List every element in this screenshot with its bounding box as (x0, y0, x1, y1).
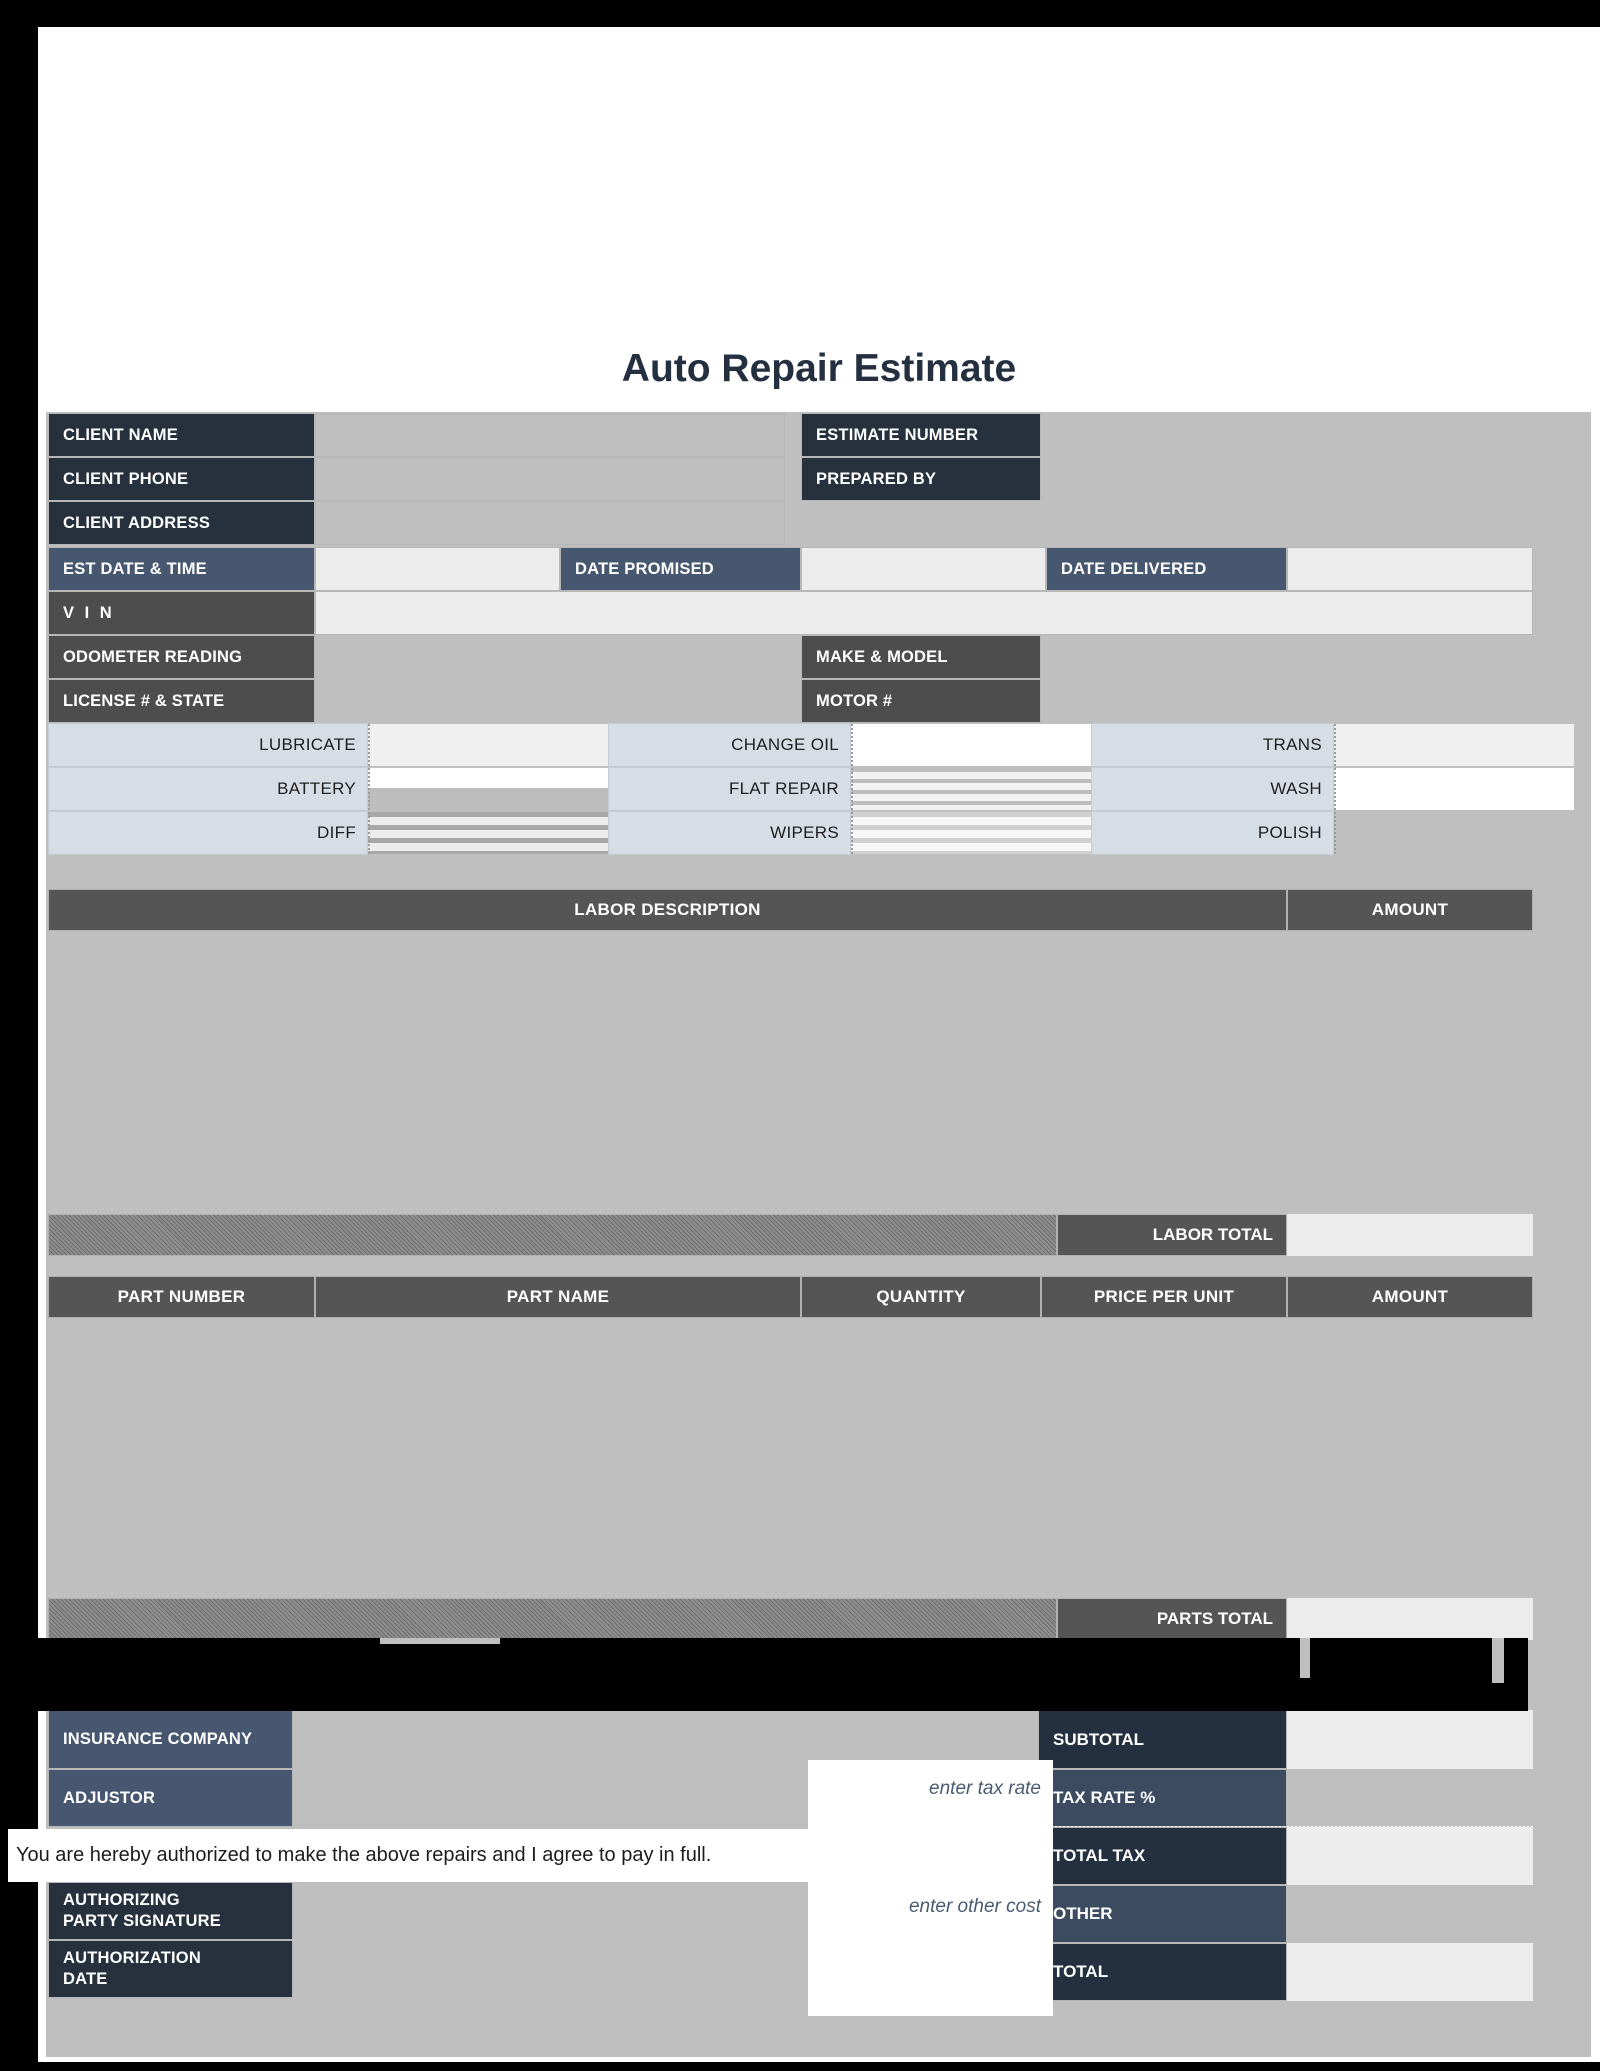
label-prepared-by: PREPARED BY (801, 457, 1041, 501)
label-client-address: CLIENT ADDRESS (48, 501, 315, 545)
label-tax-rate: TAX RATE % (1038, 1769, 1287, 1827)
label-parts-total: PARTS TOTAL (1057, 1598, 1287, 1640)
label-client-name: CLIENT NAME (48, 413, 315, 457)
authorization-date-line1: AUTHORIZATION (63, 1949, 201, 1968)
field-vin[interactable] (315, 591, 1533, 635)
label-date-promised: DATE PROMISED (560, 547, 801, 591)
field-service-wash[interactable] (1334, 768, 1574, 810)
label-total-tax: TOTAL TAX (1038, 1827, 1287, 1885)
label-authorization-date: AUTHORIZATION DATE (48, 1940, 293, 1998)
field-client-name[interactable] (315, 413, 785, 457)
label-estimate-number: ESTIMATE NUMBER (801, 413, 1041, 457)
header-part-quantity: QUANTITY (801, 1276, 1041, 1318)
bottom-black-band (0, 2062, 1600, 2071)
label-insurance-company: INSURANCE COMPANY (48, 1710, 293, 1769)
field-date-promised[interactable] (801, 547, 1046, 591)
left-black-strip (0, 27, 38, 2071)
label-authorizing-party-signature: AUTHORIZING PARTY SIGNATURE (48, 1882, 293, 1940)
label-motor-number: MOTOR # (801, 679, 1041, 723)
mid-band-notch-center (1300, 1638, 1310, 1678)
field-estimate-number[interactable] (1041, 413, 1287, 457)
header-labor-description: LABOR DESCRIPTION (48, 889, 1287, 931)
field-service-lubricate[interactable] (368, 724, 608, 766)
field-total-tax (1287, 1827, 1533, 1885)
field-service-change-oil[interactable] (851, 724, 1091, 766)
labor-total-hatch-filler (48, 1214, 1057, 1256)
authorization-date-line2: DATE (63, 1970, 108, 1988)
label-odometer-reading: ODOMETER READING (48, 635, 315, 679)
label-adjustor: ADJUSTOR (48, 1769, 293, 1827)
field-est-date-time[interactable] (315, 547, 560, 591)
field-service-polish[interactable] (1334, 812, 1574, 854)
label-service-change-oil: CHANGE OIL (608, 723, 851, 767)
field-client-address[interactable] (315, 501, 785, 545)
authorizing-line1: AUTHORIZING (63, 1891, 180, 1910)
header-part-number: PART NUMBER (48, 1276, 315, 1318)
header-part-price-per-unit: PRICE PER UNIT (1041, 1276, 1287, 1318)
field-motor-number[interactable] (1041, 679, 1533, 723)
field-service-battery[interactable] (368, 768, 608, 810)
parts-total-hatch-filler (48, 1598, 1057, 1640)
header-labor-amount: AMOUNT (1287, 889, 1533, 931)
label-service-wipers: WIPERS (608, 811, 851, 855)
mid-band-notch-left (380, 1638, 500, 1644)
labor-rows-area[interactable] (48, 931, 1533, 1214)
authorizing-line2: PARTY SIGNATURE (63, 1912, 221, 1930)
field-prepared-by[interactable] (1041, 457, 1287, 501)
header-part-name: PART NAME (315, 1276, 801, 1318)
field-client-phone[interactable] (315, 457, 785, 501)
page-title: Auto Repair Estimate (621, 347, 1017, 390)
label-vin: V I N (48, 591, 315, 635)
field-make-model[interactable] (1041, 635, 1533, 679)
field-tax-rate[interactable] (1287, 1769, 1533, 1827)
label-service-flat-repair: FLAT REPAIR (608, 767, 851, 811)
hint-enter-other-cost: enter other cost (808, 1878, 1053, 1936)
field-service-flat-repair[interactable] (851, 768, 1091, 810)
field-subtotal (1287, 1710, 1533, 1769)
label-service-diff: DIFF (48, 811, 368, 855)
field-total (1287, 1943, 1533, 2001)
label-service-wash: WASH (1091, 767, 1334, 811)
label-service-polish: POLISH (1091, 811, 1334, 855)
field-service-wipers[interactable] (851, 812, 1091, 854)
label-make-model: MAKE & MODEL (801, 635, 1041, 679)
label-labor-total: LABOR TOTAL (1057, 1214, 1287, 1256)
parts-rows-area[interactable] (48, 1318, 1533, 1598)
field-license-state[interactable] (315, 679, 801, 723)
field-service-trans[interactable] (1334, 724, 1574, 766)
label-service-battery: BATTERY (48, 767, 368, 811)
label-client-phone: CLIENT PHONE (48, 457, 315, 501)
label-total: TOTAL (1038, 1943, 1287, 2001)
label-service-lubricate: LUBRICATE (48, 723, 368, 767)
field-other[interactable] (1287, 1885, 1533, 1943)
field-service-diff[interactable] (368, 812, 608, 854)
label-license-state: LICENSE # & STATE (48, 679, 315, 723)
estimate-sheet: Auto Repair Estimate CLIENT NAME CLIENT … (38, 27, 1600, 2062)
top-black-band-left (0, 0, 975, 27)
field-date-delivered[interactable] (1287, 547, 1533, 591)
header-part-amount: AMOUNT (1287, 1276, 1533, 1318)
label-subtotal: SUBTOTAL (1038, 1710, 1287, 1769)
label-service-trans: TRANS (1091, 723, 1334, 767)
field-odometer-reading[interactable] (315, 635, 801, 679)
label-other: OTHER (1038, 1885, 1287, 1943)
field-parts-total[interactable] (1287, 1598, 1533, 1640)
mid-band-notch-right (1492, 1638, 1504, 1683)
hint-enter-tax-rate: enter tax rate (808, 1760, 1053, 1818)
top-black-band-right (975, 0, 1600, 27)
field-labor-total[interactable] (1287, 1214, 1533, 1256)
label-date-delivered: DATE DELIVERED (1046, 547, 1287, 591)
label-est-date-time: EST DATE & TIME (48, 547, 315, 591)
authorization-statement-overlay: You are hereby authorized to make the ab… (8, 1829, 1008, 1882)
